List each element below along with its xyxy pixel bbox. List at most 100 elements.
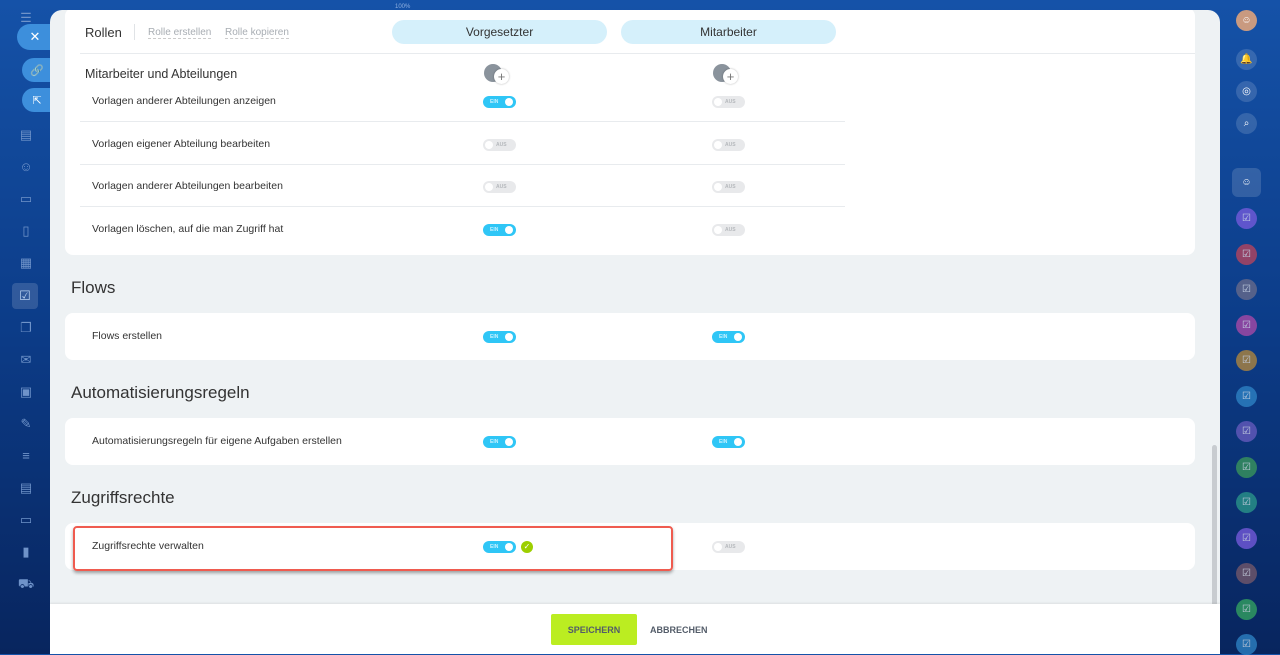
toggle-knob <box>505 98 513 106</box>
task-chat-icon[interactable]: ☑ <box>1236 279 1257 300</box>
group-title: Flows <box>71 278 116 297</box>
toggle-knob <box>505 226 513 234</box>
permission-card: Flows erstellen EIN EIN <box>65 313 1195 360</box>
divider <box>80 53 1195 54</box>
storage-icon[interactable]: ▤ <box>17 480 35 496</box>
calendar-icon[interactable]: ▣ <box>17 384 35 400</box>
task-chat-icon[interactable]: ☑ <box>1236 634 1257 655</box>
permission-card: Automatisierungsregeln für eigene Aufgab… <box>65 418 1195 465</box>
create-role-link[interactable]: Rolle erstellen <box>148 27 212 39</box>
cart-icon[interactable]: ⛟ <box>17 576 35 592</box>
task-chat-icon[interactable]: ☑ <box>1236 598 1257 620</box>
row-divider <box>80 164 845 165</box>
toggle-label: EIN <box>490 334 499 340</box>
toggle-knob <box>714 98 722 106</box>
sign-icon[interactable]: ✎ <box>17 416 35 432</box>
toggle-employee[interactable]: AUS <box>712 139 745 151</box>
toggle-label: AUS <box>725 184 736 190</box>
close-button[interactable]: ✕ <box>17 24 53 50</box>
toggle-employee[interactable]: AUS <box>712 224 745 236</box>
toggle-label: EIN <box>719 439 728 445</box>
bell-icon[interactable]: 🔔 <box>1236 49 1257 70</box>
mail-icon[interactable]: ✉ <box>17 352 35 368</box>
toggle-label: EIN <box>490 99 499 105</box>
add-user-button[interactable]: + <box>713 64 738 86</box>
target-icon[interactable]: ◎ <box>1236 81 1257 102</box>
task-chat-icon[interactable]: ☑ <box>1236 350 1257 371</box>
cancel-button[interactable]: ABBRECHEN <box>650 625 708 635</box>
tasks-icon[interactable]: ☑ <box>12 283 38 309</box>
document-icon[interactable]: ▤ <box>17 127 35 143</box>
highlight-frame <box>73 526 673 571</box>
toggle-knob <box>714 183 722 191</box>
chart-icon[interactable]: ▮ <box>17 544 35 560</box>
toggle-employee[interactable]: EIN <box>712 436 745 448</box>
toggle-knob <box>734 333 742 341</box>
inbox-icon[interactable]: ▭ <box>17 191 35 207</box>
chat-search-icon[interactable]: ⌕ <box>1236 113 1257 134</box>
card-icon[interactable]: ▭ <box>17 512 35 528</box>
permission-label: Vorlagen anderer Abteilungen bearbeiten <box>92 180 283 192</box>
toggle-label: EIN <box>490 227 499 233</box>
contact-avatar[interactable]: ☺ <box>1232 168 1261 197</box>
add-user-button[interactable]: + <box>484 64 509 86</box>
toggle-label: EIN <box>490 439 499 445</box>
right-sidebar: ☺ 🔔 ◎ ⌕ ☺ ☑ ☑ ☑ ☑ ☑ ☑ ☑ ☑ ☑ ☑ ☑ ☑ ☑ <box>1228 0 1280 655</box>
open-new-window-button[interactable]: ⇱ <box>22 88 52 112</box>
task-chat-icon[interactable]: ☑ <box>1236 243 1257 265</box>
toggle-label: EIN <box>719 334 728 340</box>
permission-label: Vorlagen anderer Abteilungen anzeigen <box>92 95 276 107</box>
board-icon[interactable]: ▦ <box>17 255 35 271</box>
toggle-knob <box>714 141 722 149</box>
task-chat-icon[interactable]: ☑ <box>1236 314 1257 336</box>
task-chat-icon[interactable]: ☑ <box>1236 421 1257 442</box>
toggle-knob <box>714 226 722 234</box>
toggle-label: AUS <box>725 142 736 148</box>
contact-book-icon[interactable]: ☑ <box>1236 527 1257 549</box>
role-pill-supervisor[interactable]: Vorgesetzter <box>392 20 607 44</box>
filter-icon[interactable]: ≡ <box>17 448 35 464</box>
task-chat-icon[interactable]: ☑ <box>1236 456 1257 478</box>
toggle-supervisor[interactable]: EIN <box>483 224 516 236</box>
toggle-supervisor[interactable]: AUS <box>483 139 516 151</box>
toggle-supervisor[interactable]: EIN <box>483 436 516 448</box>
toggle-knob <box>734 438 742 446</box>
contact-book-icon[interactable]: ☑ <box>1236 208 1257 229</box>
group-title: Zugriffsrechte <box>71 488 175 507</box>
save-button[interactable]: SPEICHERN <box>551 614 637 645</box>
row-divider <box>80 121 845 122</box>
toggle-label: AUS <box>496 142 507 148</box>
role-pill-employee[interactable]: Mitarbeiter <box>621 20 836 44</box>
footer-bar: SPEICHERN ABBRECHEN <box>50 604 1220 654</box>
toggle-label: AUS <box>725 99 736 105</box>
toggle-label: AUS <box>725 544 736 550</box>
permission-label: Vorlagen löschen, auf die man Zugriff ha… <box>92 223 284 235</box>
toggle-employee[interactable]: AUS <box>712 181 745 193</box>
contacts-icon[interactable]: ☺ <box>17 159 35 175</box>
section-title: Mitarbeiter und Abteilungen <box>85 67 238 81</box>
slider-panel: Rollen Rolle erstellen Rolle kopieren Vo… <box>50 10 1220 654</box>
toggle-knob <box>714 543 722 551</box>
plus-icon: + <box>494 69 509 84</box>
group-title: Automatisierungsregeln <box>71 383 250 402</box>
toggle-knob <box>485 183 493 191</box>
toggle-supervisor[interactable]: EIN <box>483 96 516 108</box>
toggle-employee[interactable]: EIN <box>712 331 745 343</box>
task-chat-icon[interactable]: ☑ <box>1236 563 1257 584</box>
toggle-label: AUS <box>496 184 507 190</box>
toggle-knob <box>505 333 513 341</box>
copy-role-link[interactable]: Rolle kopieren <box>225 27 289 39</box>
chat-icon[interactable]: ❐ <box>17 320 35 336</box>
toggle-supervisor[interactable]: AUS <box>483 181 516 193</box>
toggle-employee[interactable]: AUS <box>712 96 745 108</box>
file-icon[interactable]: ▯ <box>17 223 35 239</box>
link-icon: 🔗 <box>30 64 44 77</box>
toggle-knob <box>505 438 513 446</box>
roles-card: Rollen Rolle erstellen Rolle kopieren Vo… <box>65 10 1195 255</box>
toggle-supervisor[interactable]: EIN <box>483 331 516 343</box>
task-chat-icon[interactable]: ☑ <box>1236 385 1257 407</box>
task-chat-icon[interactable]: ☑ <box>1236 492 1257 513</box>
toggle-employee[interactable]: AUS <box>712 541 745 553</box>
copy-link-button[interactable]: 🔗 <box>22 58 52 82</box>
user-avatar[interactable]: ☺ <box>1236 10 1257 31</box>
